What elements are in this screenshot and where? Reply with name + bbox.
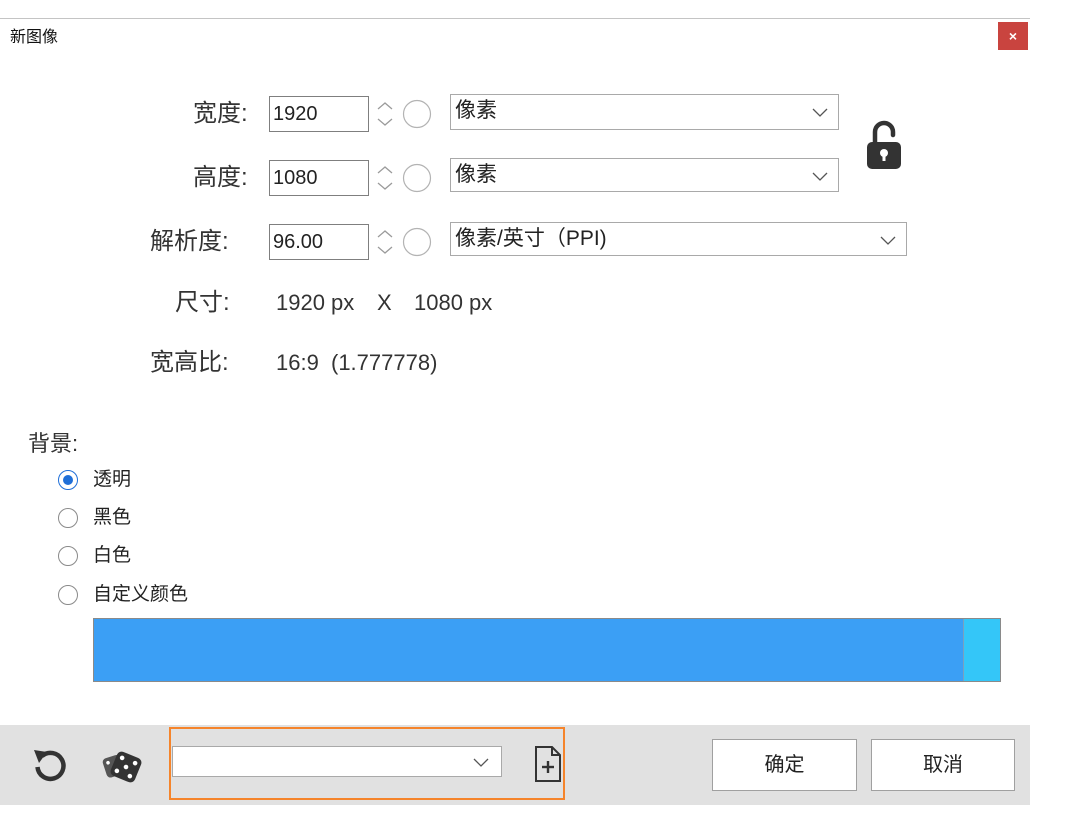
chevron-down-icon [473, 758, 489, 767]
dice-icon[interactable] [102, 745, 142, 785]
radio-button[interactable] [58, 470, 78, 490]
size-label: 尺寸: [175, 289, 230, 316]
background-label: 背景: [28, 431, 79, 456]
reset-icon[interactable] [30, 745, 70, 785]
resolution-spinner-icon[interactable] [375, 226, 395, 258]
radio-button[interactable] [58, 508, 78, 528]
cancel-button[interactable]: 取消 [871, 739, 1015, 791]
height-circle-icon[interactable] [402, 162, 432, 194]
radio-label: 黑色 [93, 507, 132, 528]
radio-black[interactable]: 黑色 [58, 505, 258, 531]
width-circle-icon[interactable] [402, 98, 432, 130]
chevron-down-icon [812, 108, 828, 117]
resolution-label: 解析度: [150, 228, 229, 255]
title-bar-divider [0, 18, 1030, 19]
radio-transparent[interactable]: 透明 [58, 467, 258, 493]
height-input[interactable] [269, 160, 369, 196]
preset-select[interactable] [172, 746, 502, 777]
add-file-icon[interactable] [534, 745, 562, 783]
custom-color-main[interactable] [94, 619, 963, 681]
radio-label: 自定义颜色 [93, 584, 189, 605]
height-unit-value: 像素 [455, 163, 497, 186]
radio-label: 透明 [93, 469, 132, 490]
chevron-down-icon [812, 172, 828, 181]
width-spinner-icon[interactable] [375, 98, 395, 130]
resolution-circle-icon[interactable] [402, 226, 432, 258]
custom-color-swatch[interactable] [93, 618, 1001, 682]
resolution-unit-value: 像素/英寸（PPI) [455, 227, 607, 250]
unlock-icon[interactable] [866, 118, 902, 170]
height-label: 高度: [193, 164, 248, 191]
close-button[interactable]: × [998, 22, 1028, 50]
aspect-label: 宽高比: [150, 349, 229, 376]
aspect-ratio-value: 16:9 [276, 350, 319, 375]
size-height-value: 1080 px [414, 290, 493, 315]
width-input[interactable] [269, 96, 369, 132]
radio-button[interactable] [58, 585, 78, 605]
height-spinner-icon[interactable] [375, 162, 395, 194]
radio-white[interactable]: 白色 [58, 543, 258, 569]
resolution-unit-select[interactable]: 像素/英寸（PPI) [450, 222, 907, 256]
radio-button[interactable] [58, 546, 78, 566]
radio-label: 白色 [93, 545, 132, 566]
ok-button[interactable]: 确定 [712, 739, 857, 791]
aspect-decimal-value: (1.777778) [331, 350, 438, 375]
width-label: 宽度: [193, 100, 248, 127]
resolution-input[interactable] [269, 224, 369, 260]
width-unit-select[interactable]: 像素 [450, 94, 839, 130]
radio-custom-color[interactable]: 自定义颜色 [58, 582, 258, 608]
custom-color-secondary[interactable] [963, 619, 1000, 681]
width-unit-value: 像素 [455, 99, 497, 122]
chevron-down-icon [880, 236, 896, 245]
dialog-title: 新图像 [10, 29, 59, 46]
height-unit-select[interactable]: 像素 [450, 158, 839, 192]
size-width-value: 1920 px [276, 290, 355, 315]
size-separator: X [377, 290, 392, 315]
